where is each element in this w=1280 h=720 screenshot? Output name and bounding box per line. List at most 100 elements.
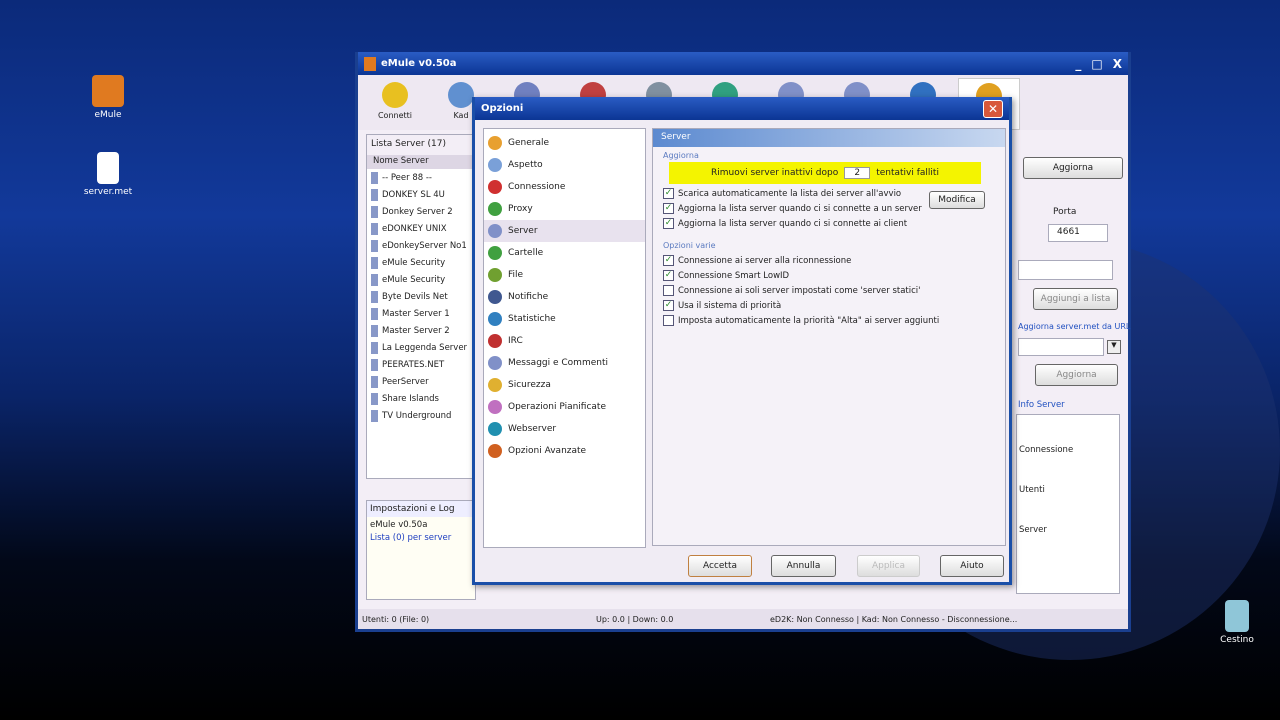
category-operazioni-pianificate[interactable]: Operazioni Pianificate (484, 396, 645, 418)
checkbox[interactable]: ✓ (663, 255, 674, 266)
category-irc[interactable]: IRC (484, 330, 645, 352)
server-row[interactable]: eMule Security (367, 254, 475, 271)
status-speed: Up: 0.0 | Down: 0.0 (596, 614, 674, 624)
checkbox-label: Scarica automaticamente la lista dei ser… (678, 188, 902, 199)
port-input[interactable]: 4661 (1048, 224, 1108, 242)
chevron-down-icon[interactable]: ▼ (1107, 340, 1121, 354)
category-list[interactable]: Generale Aspetto Connessione Proxy Server Car… (483, 128, 646, 548)
add-to-list-button[interactable]: Aggiungi a lista (1033, 288, 1118, 310)
server-row[interactable]: Master Server 2 (367, 322, 475, 339)
dialog-close-button[interactable]: ✕ (983, 99, 1003, 118)
server-row[interactable]: Share Islands (367, 390, 475, 407)
category-messaggi-e-commenti[interactable]: Messaggi e Commenti (484, 352, 645, 374)
port-label: Porta (1053, 207, 1077, 217)
server-row[interactable]: -- Peer 88 -- (367, 169, 475, 186)
connetti-icon (382, 82, 408, 108)
category-statistiche[interactable]: Statistiche (484, 308, 645, 330)
update-button[interactable]: Aggiorna (1023, 157, 1123, 179)
checkbox[interactable]: ✓ (663, 300, 674, 311)
category-sicurezza[interactable]: Sicurezza (484, 374, 645, 396)
server-row[interactable]: La Leggenda Server (367, 339, 475, 356)
category-opzioni-avanzate[interactable]: Opzioni Avanzate (484, 440, 645, 462)
log-tab[interactable]: Impostazioni e Log (367, 501, 475, 517)
server-row[interactable]: Master Server 1 (367, 305, 475, 322)
category-label: Messaggi e Commenti (508, 358, 608, 368)
checkbox-row[interactable]: ✓ Usa il sistema di priorità (663, 298, 995, 313)
category-server[interactable]: Server (484, 220, 645, 242)
server-name: eMule Security (382, 257, 446, 268)
server-name: eDONKEY UNIX (382, 223, 447, 234)
category-connessione[interactable]: Connessione (484, 176, 645, 198)
checkbox[interactable]: ✓ (663, 203, 674, 214)
checkbox[interactable] (663, 315, 674, 326)
edit-button[interactable]: Modifica (929, 191, 985, 209)
retries-input[interactable]: 2 (844, 167, 871, 179)
category-aspetto[interactable]: Aspetto (484, 154, 645, 176)
checkbox-row[interactable]: ✓ Connessione ai server alla riconnession… (663, 253, 995, 268)
checkbox[interactable]: ✓ (663, 218, 674, 229)
toolbar-button-connetti[interactable]: Connetti (364, 78, 426, 130)
checkbox-label: Imposta automaticamente la priorità "Alt… (678, 315, 940, 326)
info-line: Server (1019, 525, 1047, 535)
category-label: Sicurezza (508, 380, 551, 390)
category-file[interactable]: File (484, 264, 645, 286)
category-cartelle[interactable]: Cartelle (484, 242, 645, 264)
server-row[interactable]: eDONKEY UNIX (367, 220, 475, 237)
log-line: Lista (0) per server (370, 533, 452, 543)
category-notifiche[interactable]: Notifiche (484, 286, 645, 308)
maximize-button[interactable]: □ (1091, 57, 1102, 71)
server-name-input[interactable] (1018, 260, 1113, 280)
server-icon (371, 205, 378, 218)
category-webserver[interactable]: Webserver (484, 418, 645, 440)
server-row[interactable]: PEERATES.NET (367, 356, 475, 373)
remove-inactive-row: Rimuovi server inattivi dopo 2 tentativi… (669, 162, 981, 184)
server-row[interactable]: TV Underground (367, 407, 475, 424)
server-row[interactable]: eMule Security (367, 271, 475, 288)
ok-button[interactable]: Accetta (688, 555, 752, 577)
checkbox[interactable]: ✓ (663, 270, 674, 281)
server-row[interactable]: Byte Devils Net (367, 288, 475, 305)
server-info-panel: Connessione Utenti Server (1016, 414, 1120, 594)
server-row[interactable]: Donkey Server 2 (367, 203, 475, 220)
server-icon (371, 324, 378, 337)
checkbox[interactable]: ✓ (663, 188, 674, 199)
checkbox-label: Connessione Smart LowID (678, 270, 790, 281)
column-header-name[interactable]: Nome Server (367, 155, 475, 169)
close-button[interactable]: X (1113, 57, 1122, 71)
checkbox-row[interactable]: ✓ Connessione Smart LowID (663, 268, 995, 283)
info-line: Utenti (1019, 485, 1045, 495)
checkbox-row[interactable]: Connessione ai soli server impostati com… (663, 283, 995, 298)
server-icon (371, 256, 378, 269)
checkbox-label: Usa il sistema di priorità (678, 300, 782, 311)
desktop-icon-recycle-bin[interactable]: Cestino (1197, 600, 1277, 645)
help-button[interactable]: Aiuto (940, 555, 1004, 577)
category-icon (488, 444, 502, 458)
category-proxy[interactable]: Proxy (484, 198, 645, 220)
category-label: Server (508, 226, 538, 236)
server-row[interactable]: eDonkeyServer No1 (367, 237, 475, 254)
update-url-button[interactable]: Aggiorna (1035, 364, 1118, 386)
category-label: Generale (508, 138, 550, 148)
checkbox-label: Connessione ai server alla riconnessione (678, 255, 852, 266)
cancel-button[interactable]: Annulla (771, 555, 836, 577)
file-icon (97, 152, 119, 184)
server-icon (371, 392, 378, 405)
server-name: Master Server 2 (382, 325, 450, 336)
category-generale[interactable]: Generale (484, 132, 645, 154)
desktop-icon-emule[interactable]: eMule (68, 75, 148, 120)
checkbox-row[interactable]: Imposta automaticamente la priorità "Alt… (663, 313, 995, 328)
checkbox-label: Aggiorna la lista server quando ci si co… (678, 218, 908, 229)
apply-button[interactable]: Applica (857, 555, 920, 577)
desktop-icon-file[interactable]: server.met (68, 152, 148, 197)
server-row[interactable]: PeerServer (367, 373, 475, 390)
checkbox[interactable] (663, 285, 674, 296)
server-name: DONKEY SL 4U (382, 189, 445, 200)
checkbox-row[interactable]: ✓ Aggiorna la lista server quando ci si c… (663, 216, 995, 231)
category-label: Proxy (508, 204, 533, 214)
minimize-button[interactable]: _ (1075, 57, 1081, 71)
server-list[interactable]: Lista Server (17) Nome Server -- Peer 88… (366, 134, 476, 479)
url-dropdown[interactable] (1018, 338, 1104, 356)
server-row[interactable]: DONKEY SL 4U (367, 186, 475, 203)
server-icon (371, 409, 378, 422)
category-icon (488, 136, 502, 150)
